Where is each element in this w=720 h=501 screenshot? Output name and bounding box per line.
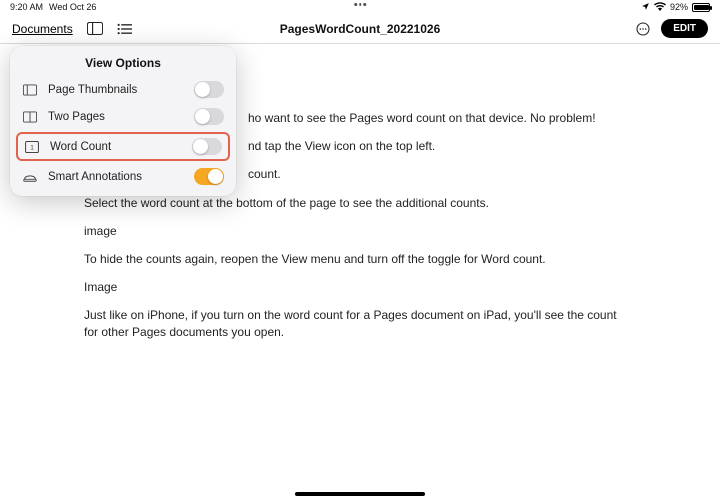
app-titlebar: Documents PagesWordCount_20221026 EDIT xyxy=(0,14,720,44)
toggle-word-count[interactable] xyxy=(192,138,222,155)
view-option-two-pages[interactable]: Two Pages xyxy=(10,103,236,130)
two-pages-icon xyxy=(22,111,38,123)
toggle-page-thumbnails[interactable] xyxy=(194,81,224,98)
battery-icon xyxy=(692,3,710,12)
wifi-icon xyxy=(654,2,666,13)
multitask-dots[interactable] xyxy=(354,3,366,6)
edit-button[interactable]: EDIT xyxy=(661,19,708,38)
view-options-popover: View Options Page Thumbnails Two Pages 1… xyxy=(10,46,236,196)
home-indicator[interactable] xyxy=(295,492,425,496)
document-title: PagesWordCount_20221026 xyxy=(280,22,441,36)
body-line: Image xyxy=(84,279,632,295)
sidebar-icon[interactable] xyxy=(87,22,103,35)
toggle-two-pages[interactable] xyxy=(194,108,224,125)
page-thumbnails-icon xyxy=(22,84,38,96)
option-label: Word Count xyxy=(50,141,182,153)
word-count-icon: 1 xyxy=(24,141,40,153)
documents-back-link[interactable]: Documents xyxy=(12,22,73,36)
body-line: image xyxy=(84,223,632,239)
option-label: Two Pages xyxy=(48,111,184,123)
status-date: Wed Oct 26 xyxy=(49,2,96,12)
status-time: 9:20 AM xyxy=(10,2,43,12)
body-line: To hide the counts again, reopen the Vie… xyxy=(84,251,632,267)
svg-text:1: 1 xyxy=(30,144,34,151)
ipad-status-bar: 9:20 AM Wed Oct 26 92% xyxy=(0,0,720,14)
location-icon xyxy=(641,2,650,13)
battery-pct: 92% xyxy=(670,2,688,12)
popover-title: View Options xyxy=(10,56,236,70)
smart-annotations-icon xyxy=(22,171,38,183)
body-line: Select the word count at the bottom of t… xyxy=(84,195,632,211)
more-icon[interactable] xyxy=(635,21,651,37)
view-option-smart-annotations[interactable]: Smart Annotations xyxy=(10,163,236,190)
view-option-word-count[interactable]: 1 Word Count xyxy=(16,132,230,161)
list-icon[interactable] xyxy=(117,23,132,35)
toggle-smart-annotations[interactable] xyxy=(194,168,224,185)
body-line: Just like on iPhone, if you turn on the … xyxy=(84,307,632,339)
view-option-page-thumbnails[interactable]: Page Thumbnails xyxy=(10,76,236,103)
option-label: Smart Annotations xyxy=(48,171,184,183)
option-label: Page Thumbnails xyxy=(48,84,184,96)
